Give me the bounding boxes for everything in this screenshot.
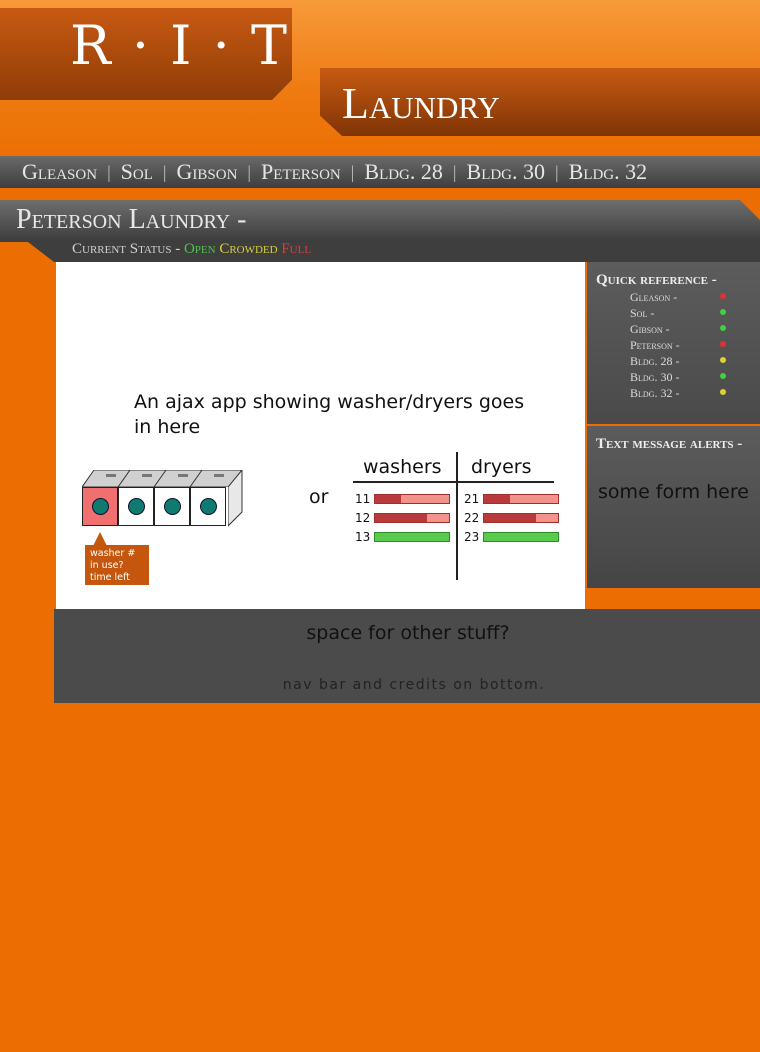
tooltip-line: time left xyxy=(90,572,130,583)
time-used-fill xyxy=(375,514,427,522)
tooltip-line: washer # xyxy=(90,548,136,559)
quick-reference-list: Gleason - Sol - Gibson - Peterson - Bldg. 28… xyxy=(630,290,730,402)
alerts-form-placeholder[interactable]: some form here xyxy=(587,480,760,505)
quick-reference-item[interactable]: Bldg. 28 - xyxy=(630,354,730,370)
washer-row[interactable]: 11 xyxy=(355,492,451,506)
text-alerts-title: Text message alerts - xyxy=(596,436,743,452)
nav-item-peterson[interactable]: Peterson xyxy=(251,159,351,185)
time-remaining-bar xyxy=(483,513,559,523)
table-header-rule xyxy=(353,481,554,483)
drum-icon xyxy=(128,498,145,515)
nav-item-bldg-32[interactable]: Bldg. 32 xyxy=(559,159,658,185)
other-stuff-note: space for other stuff? xyxy=(306,622,510,644)
quick-reference-name: Gleason - xyxy=(630,290,678,304)
drum-icon xyxy=(92,498,109,515)
status-dot-icon xyxy=(720,293,726,299)
machine-number: 11 xyxy=(355,492,371,506)
nav-item-sol[interactable]: Sol xyxy=(111,159,163,185)
washer-machine[interactable] xyxy=(190,487,226,526)
machine-tooltip: washer # in use? time left xyxy=(85,545,149,585)
time-used-fill xyxy=(484,495,510,503)
or-label: or xyxy=(309,486,329,508)
dryer-row[interactable]: 21 xyxy=(464,492,560,506)
placeholder-note: An ajax app showing washer/dryers goes i… xyxy=(134,391,525,438)
nav-item-gibson[interactable]: Gibson xyxy=(167,159,248,185)
time-used-fill xyxy=(484,514,536,522)
machine-side xyxy=(228,470,243,527)
nav-item-bldg-28[interactable]: Bldg. 28 xyxy=(354,159,453,185)
time-used-fill xyxy=(375,495,401,503)
status-dot-icon xyxy=(720,389,726,395)
status-label: Current Status - xyxy=(72,241,184,257)
time-remaining-bar xyxy=(483,494,559,504)
status-dot-icon xyxy=(720,357,726,363)
quick-reference-panel: Quick reference - Gleason - Sol - Gibson -… xyxy=(587,262,760,424)
quick-reference-item[interactable]: Peterson - xyxy=(630,338,730,354)
status-open: Open xyxy=(183,241,216,257)
section-title: Laundry xyxy=(342,79,500,128)
machine-number: 13 xyxy=(355,530,371,544)
time-remaining-bar xyxy=(374,532,450,542)
table-divider xyxy=(456,452,458,580)
current-status: Current Status - Open Crowded Full xyxy=(72,241,311,258)
washer-row[interactable]: 13 xyxy=(355,530,451,544)
status-dot-icon xyxy=(720,373,726,379)
status-crowded: Crowded xyxy=(219,241,278,257)
washer-machine[interactable] xyxy=(118,487,154,526)
credits-note: nav bar and credits on bottom. xyxy=(282,677,546,693)
drum-icon xyxy=(164,498,181,515)
quick-reference-item[interactable]: Gleason - xyxy=(630,290,730,306)
washers-header: washers xyxy=(363,456,442,478)
logo[interactable]: R · I · T xyxy=(70,14,289,77)
quick-reference-name: Bldg. 32 - xyxy=(630,386,680,400)
status-full: Full xyxy=(281,241,312,257)
quick-reference-item[interactable]: Sol - xyxy=(630,306,730,322)
dryers-header: dryers xyxy=(471,456,532,478)
time-remaining-bar xyxy=(374,494,450,504)
tooltip-line: in use? xyxy=(90,560,124,571)
dryer-row[interactable]: 23 xyxy=(464,530,560,544)
quick-reference-name: Bldg. 30 - xyxy=(630,370,680,384)
washer-machine[interactable] xyxy=(82,487,118,526)
page-title: Peterson Laundry - xyxy=(16,204,247,235)
quick-reference-name: Bldg. 28 - xyxy=(630,354,680,368)
machine-number: 22 xyxy=(464,511,480,525)
machine-number: 12 xyxy=(355,511,371,525)
machine-number: 21 xyxy=(464,492,480,506)
machine-number: 23 xyxy=(464,530,480,544)
drum-icon xyxy=(200,498,217,515)
time-remaining-bar xyxy=(483,532,559,542)
time-remaining-bar xyxy=(374,513,450,523)
tooltip-tail xyxy=(93,532,107,546)
building-nav: Gleason | Sol | Gibson | Peterson | Bldg… xyxy=(0,156,760,188)
nav-item-gleason[interactable]: Gleason xyxy=(0,159,107,185)
quick-reference-name: Sol - xyxy=(630,306,655,320)
quick-reference-item[interactable]: Gibson - xyxy=(630,322,730,338)
dryer-row[interactable]: 22 xyxy=(464,511,560,525)
status-dot-icon xyxy=(720,341,726,347)
status-dot-icon xyxy=(720,325,726,331)
quick-reference-item[interactable]: Bldg. 32 - xyxy=(630,386,730,402)
machine-tops xyxy=(82,470,242,487)
status-dot-icon xyxy=(720,309,726,315)
quick-reference-name: Peterson - xyxy=(630,338,680,352)
quick-reference-item[interactable]: Bldg. 30 - xyxy=(630,370,730,386)
washer-row[interactable]: 12 xyxy=(355,511,451,525)
washer-machine[interactable] xyxy=(154,487,190,526)
quick-reference-title: Quick reference - xyxy=(596,272,717,288)
text-alerts-panel: Text message alerts - some form here xyxy=(587,426,760,588)
quick-reference-name: Gibson - xyxy=(630,322,670,336)
nav-item-bldg-30[interactable]: Bldg. 30 xyxy=(457,159,556,185)
